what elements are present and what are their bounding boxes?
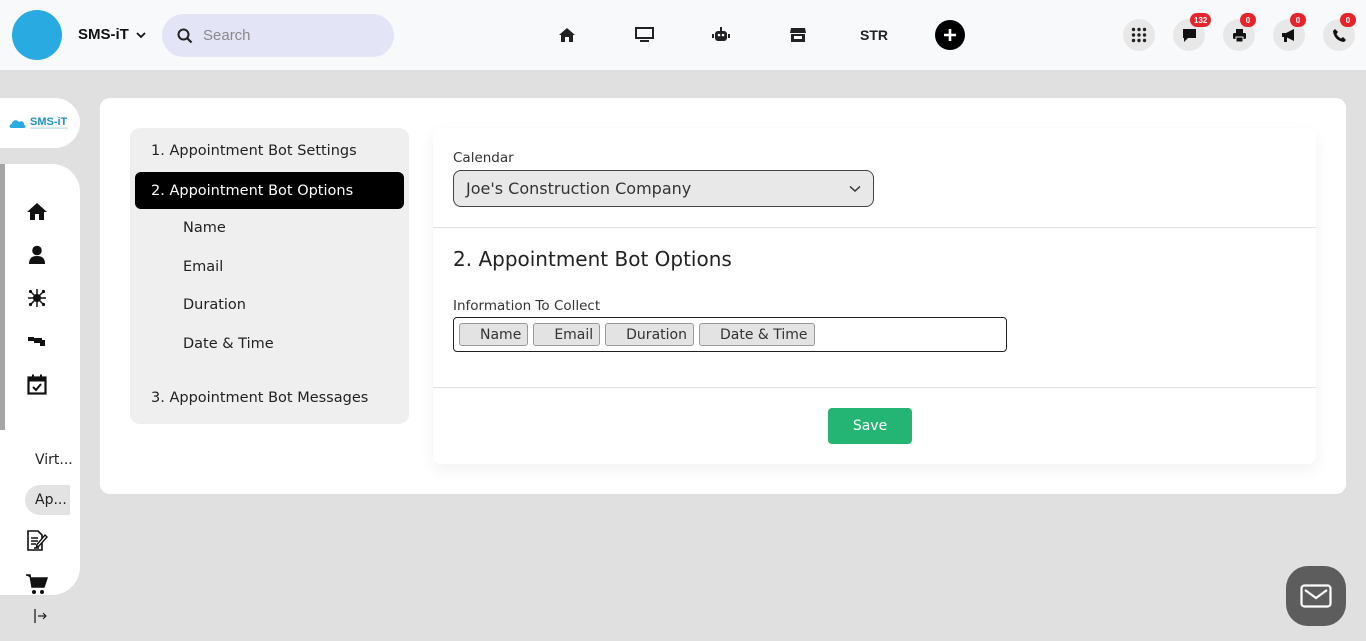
collapse-icon <box>34 609 47 623</box>
section-title: 2. Appointment Bot Options <box>453 247 732 271</box>
tag-date-time[interactable]: Date & Time <box>698 323 815 346</box>
nav-str-link[interactable]: STR <box>860 27 888 43</box>
search-icon <box>177 28 193 43</box>
announcements-badge: 0 <box>1290 13 1306 27</box>
save-button[interactable]: Save <box>828 408 912 444</box>
store-icon <box>790 28 806 42</box>
substep-date-time[interactable]: Date & Time <box>183 336 274 352</box>
user-icon <box>29 245 45 264</box>
printer-icon <box>1232 28 1246 42</box>
substep-email[interactable]: Email <box>183 259 223 275</box>
sms-it-logo-icon: SMS-iT <box>9 116 68 129</box>
monitor-icon <box>634 27 654 42</box>
message-widget-button[interactable] <box>1286 566 1346 626</box>
brand-name: SMS-iT <box>78 26 129 43</box>
calendar-label: Calendar <box>453 150 514 166</box>
sidebar-item-pipeline[interactable] <box>26 330 48 352</box>
svg-text:SMS-iT: SMS-iT <box>30 116 68 128</box>
document-edit-icon <box>27 530 48 551</box>
steps-nav: 1. Appointment Bot Settings 2. Appointme… <box>130 128 409 424</box>
mail-icon <box>1300 584 1332 608</box>
step-messages[interactable]: 3. Appointment Bot Messages <box>151 390 368 406</box>
calls-badge: 0 <box>1340 13 1356 27</box>
avatar[interactable] <box>12 10 62 60</box>
sidebar-scrollbar[interactable] <box>0 164 5 430</box>
add-button[interactable] <box>935 20 965 50</box>
sidebar-item-virtual[interactable]: Virt... <box>35 452 73 468</box>
home-icon <box>559 28 575 42</box>
calls-button[interactable]: 0 <box>1323 13 1356 51</box>
nav-home-button[interactable] <box>556 24 578 46</box>
search-bar[interactable] <box>162 14 394 57</box>
sidebar-item-cart[interactable] <box>26 573 48 595</box>
options-form: Calendar Joe's Construction Company 2. A… <box>433 128 1316 464</box>
nav-monitor-button[interactable] <box>633 24 655 46</box>
megaphone-icon <box>1282 28 1294 42</box>
cart-icon <box>26 574 48 594</box>
apps-grid-icon <box>1131 27 1147 43</box>
info-to-collect-label: Information To Collect <box>453 298 601 314</box>
pipeline-icon <box>28 337 45 346</box>
home-icon <box>27 202 47 220</box>
robot-icon <box>712 27 730 41</box>
nav-store-button[interactable] <box>787 24 809 46</box>
tag-email[interactable]: Email <box>533 323 601 346</box>
divider <box>433 227 1316 228</box>
info-to-collect-field[interactable]: Name Email Duration Date & Time <box>453 317 1007 352</box>
phone-icon <box>1332 28 1346 42</box>
step-settings[interactable]: 1. Appointment Bot Settings <box>151 143 357 159</box>
sidebar-item-home[interactable] <box>26 200 48 222</box>
search-input[interactable] <box>203 27 373 44</box>
sidebar-item-appointment[interactable]: Ap... <box>25 485 70 515</box>
sidebar-collapse-button[interactable] <box>34 608 48 629</box>
sidebar-item-network[interactable] <box>26 287 48 309</box>
calendar-select-value: Joe's Construction Company <box>466 179 692 198</box>
sidebar-item-forms[interactable] <box>26 530 48 552</box>
sidebar-item-contacts[interactable] <box>26 244 48 266</box>
workspace-switcher[interactable]: SMS-iT <box>78 26 147 43</box>
chat-icon <box>1182 28 1196 42</box>
chevron-down-icon <box>849 185 861 192</box>
calendar-select[interactable]: Joe's Construction Company <box>453 170 874 207</box>
divider <box>433 387 1316 388</box>
plus-icon <box>944 29 956 41</box>
print-badge: 0 <box>1240 13 1256 27</box>
step-options[interactable]: 2. Appointment Bot Options <box>135 172 404 209</box>
announcements-button[interactable]: 0 <box>1273 13 1306 51</box>
messages-badge: 132 <box>1190 13 1212 27</box>
sidebar-item-calendar[interactable] <box>26 373 48 395</box>
substep-name[interactable]: Name <box>183 220 226 236</box>
apps-button[interactable] <box>1123 19 1155 51</box>
tag-name[interactable]: Name <box>459 323 529 346</box>
messages-button[interactable]: 132 <box>1173 13 1212 51</box>
substep-duration[interactable]: Duration <box>183 297 246 313</box>
nav-bot-button[interactable] <box>710 24 732 46</box>
chevron-down-icon <box>136 31 146 38</box>
network-icon <box>28 289 46 307</box>
sidebar-logo[interactable]: SMS-iT <box>0 98 80 148</box>
calendar-check-icon <box>27 374 47 395</box>
top-bar: SMS-iT STR 132 0 0 0 <box>0 0 1366 70</box>
tag-duration[interactable]: Duration <box>605 323 694 346</box>
print-button[interactable]: 0 <box>1223 13 1256 51</box>
